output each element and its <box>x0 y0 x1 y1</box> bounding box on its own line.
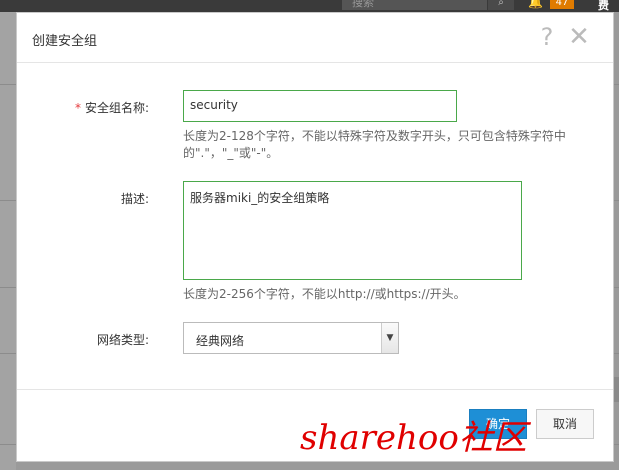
description-textarea[interactable]: 服务器miki_的安全组策略 <box>183 181 522 280</box>
background-notification-badge: 47 <box>550 0 574 9</box>
background-left-panel <box>0 12 16 470</box>
close-icon[interactable]: ✕ <box>568 24 590 50</box>
network-type-label: 网络类型: <box>96 333 149 347</box>
description-hint: 长度为2-256个字符，不能以http://或https://开头。 <box>183 287 466 301</box>
name-label-text: 安全组名称: <box>84 101 149 115</box>
dialog-title: 创建安全组 <box>32 34 98 49</box>
dialog-header: 创建安全组 ? ✕ <box>17 13 613 63</box>
background-search-icon: ⌕ <box>488 0 514 10</box>
create-security-group-dialog: 创建安全组 ? ✕ * 安全组名称: security 长度为2-128个字符，不… <box>16 12 614 462</box>
security-group-name-input[interactable]: security <box>183 90 457 122</box>
chevron-down-icon[interactable]: ▼ <box>381 323 398 353</box>
description-field-label: 描述: <box>120 192 149 206</box>
name-field-label: * 安全组名称: <box>17 99 149 116</box>
network-type-select[interactable]: 经典网络 ▼ <box>183 322 399 354</box>
background-bell-icon: 🔔 <box>528 0 543 9</box>
footer-divider <box>17 389 613 390</box>
background-topbar <box>0 0 619 12</box>
watermark-text: sharehoo社区 <box>300 418 527 458</box>
help-icon[interactable]: ? <box>538 24 556 50</box>
name-hint: 长度为2-128个字符，不能以特殊字符及数字开头，只可包含特殊字符中的"."，"… <box>183 129 566 160</box>
required-marker: * <box>74 101 81 115</box>
network-type-selected-value: 经典网络 <box>196 334 245 348</box>
cancel-button[interactable]: 取消 <box>536 409 594 439</box>
background-search-input: 搜索 <box>342 0 487 10</box>
